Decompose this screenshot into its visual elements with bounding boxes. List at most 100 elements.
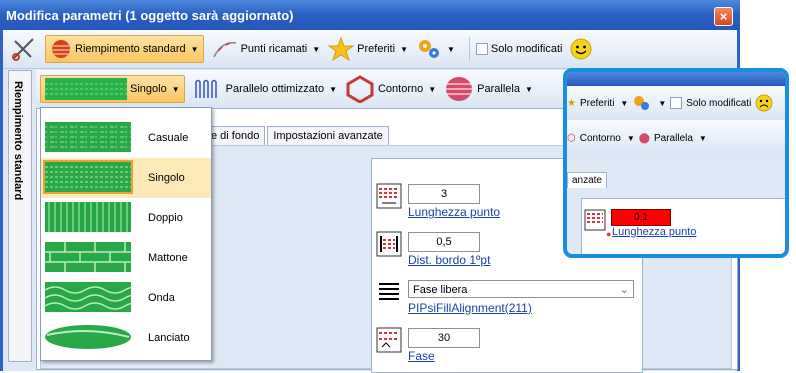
menu-item-label: Mattone	[148, 252, 188, 264]
smiley-icon[interactable]	[570, 38, 592, 60]
chevron-down-icon: ▼	[329, 84, 337, 94]
parallel-label: Parallela	[477, 83, 520, 95]
menu-item-casual[interactable]: Casuale	[41, 118, 211, 158]
chevron-down-icon: ▼	[524, 84, 533, 94]
chevron-down-icon: ▼	[428, 84, 437, 94]
favorites-label: Preferiti	[357, 43, 396, 55]
star-icon: ★	[567, 97, 576, 109]
parallel-dropdown[interactable]: Parallela ▼	[444, 75, 533, 103]
side-tab-standard-fill[interactable]: Riempimento standard	[8, 70, 32, 362]
chevron-down-icon: ▼	[626, 133, 635, 143]
zoom-toolbar: ★ Preferiti ▼ ▼ Solo modificati	[567, 86, 785, 120]
only-modified-checkbox[interactable]	[475, 43, 488, 55]
gears-icon	[418, 40, 439, 58]
favorites-dropdown[interactable]: Preferiti ▼	[328, 37, 408, 61]
tools-button[interactable]	[9, 35, 37, 63]
sad-face-icon	[755, 94, 773, 112]
title-bar: Modifica parametri (1 oggetto sarà aggio…	[0, 0, 740, 30]
parallel-stitch-icon	[194, 79, 217, 98]
main-toolbar: Riempimento standard ▼ Punti ricamati ▼ …	[3, 30, 737, 69]
alignment-select[interactable]: Fase libera ⌄	[408, 280, 634, 298]
phase-input[interactable]: 30	[408, 328, 480, 348]
menu-item-label: Lanciato	[148, 332, 190, 344]
chevron-down-icon: ▼	[620, 98, 629, 108]
edge-distance-input[interactable]: 0,5	[408, 232, 480, 252]
stitch-dropdown[interactable]: Punti ricamati ▼	[212, 37, 320, 61]
zoom-stitch-length-link[interactable]: Lunghezza punto	[612, 226, 696, 238]
stitch-label: Punti ricamati	[240, 43, 308, 55]
menu-item-label: Doppio	[148, 212, 183, 224]
window-title: Modifica parametri (1 oggetto sarà aggio…	[6, 8, 294, 23]
phase-link[interactable]: Fase	[408, 349, 435, 363]
pattern-dropdown-menu: Casuale Singolo Doppio Mattone Onda Lanc…	[40, 107, 212, 361]
pattern-preview-icon	[45, 78, 127, 100]
running-stitch-icon	[212, 42, 236, 58]
menu-item-wave[interactable]: Onda	[41, 278, 211, 318]
close-button[interactable]: ×	[714, 7, 733, 26]
menu-item-double[interactable]: Doppio	[41, 198, 211, 238]
settings-tabs: e di fondo Impostazioni avanzate	[205, 126, 391, 145]
wave-pattern-icon	[45, 282, 131, 312]
scissors-needle-icon	[12, 38, 34, 61]
zoom-tab[interactable]: anzate	[567, 172, 608, 188]
alignment-link[interactable]: PIPsiFillAlignment(211)	[408, 301, 532, 315]
alignment-icon	[379, 283, 399, 300]
zoom-fill-toolbar: ⬡ Contorno ▼ ⬤ Parallela ▼	[567, 120, 785, 156]
chevron-down-icon: ▼	[446, 44, 455, 54]
alignment-value: Fase libera	[413, 284, 468, 296]
casual-pattern-icon	[45, 122, 131, 152]
zoom-parallel-label: Parallela	[654, 132, 693, 144]
chevron-down-icon: ▼	[190, 44, 199, 54]
menu-item-label: Casuale	[148, 132, 189, 144]
chevron-down-icon: ▼	[658, 98, 667, 108]
menu-item-single[interactable]: Singolo	[41, 158, 211, 198]
edge-distance-icon	[376, 231, 402, 257]
fill-type-dropdown[interactable]: Riempimento standard ▼	[45, 35, 204, 63]
edge-distance-link[interactable]: Dist. bordo 1ºpt	[408, 253, 490, 267]
only-modified-label: Solo modificati	[490, 43, 563, 55]
menu-item-launched[interactable]: Lanciato	[41, 318, 211, 358]
menu-item-brick[interactable]: Mattone	[41, 238, 211, 278]
zoom-title-bar	[567, 72, 785, 86]
only-modified-toggle[interactable]: Solo modificati	[475, 43, 563, 55]
zoom-callout: ★ Preferiti ▼ ▼ Solo modificati ⬡ Contor…	[563, 68, 789, 258]
chevron-down-icon: ▼	[400, 44, 408, 54]
tab-background[interactable]: e di fondo	[205, 126, 266, 145]
single-pattern-icon	[43, 160, 133, 194]
phase-icon	[376, 327, 402, 353]
double-pattern-icon	[45, 202, 131, 232]
zoom-contour-label: Contorno	[579, 132, 621, 144]
gears-icon	[634, 96, 650, 110]
menu-item-label: Onda	[148, 292, 175, 304]
chevron-down-icon: ▼	[171, 84, 180, 94]
contour-label: Contorno	[377, 83, 424, 95]
stitch-length-icon	[376, 183, 402, 209]
zoom-only-modified-label: Solo modificati	[686, 97, 752, 109]
contour-dropdown[interactable]: Contorno ▼	[345, 75, 436, 103]
zoom-stitch-length-input[interactable]: 0,1	[611, 209, 671, 226]
contour-icon	[346, 75, 374, 103]
parallel-optimized-label: Parallelo ottimizzato	[225, 83, 325, 95]
tab-advanced[interactable]: Impostazioni avanzate	[267, 126, 389, 145]
parallel-fill-icon: ⬤	[638, 132, 650, 144]
stitch-length-link[interactable]: Lunghezza punto	[408, 205, 500, 219]
toolbar-separator	[468, 37, 470, 61]
chevron-down-icon: ⌄	[619, 284, 629, 296]
single-pattern-label: Singolo	[130, 83, 167, 95]
zoom-field-panel: 0,1 ● Lunghezza punto	[581, 198, 785, 254]
side-tab-label: Riempimento standard	[12, 81, 24, 201]
fill-ball-icon	[52, 40, 70, 58]
stitch-length-input[interactable]: 3	[408, 184, 480, 204]
chevron-down-icon: ▼	[698, 133, 707, 143]
star-icon	[328, 37, 355, 61]
stitch-length-icon	[584, 209, 606, 231]
brick-pattern-icon	[45, 242, 131, 272]
error-marker-icon: ●	[606, 229, 612, 239]
single-pattern-dropdown[interactable]: Singolo ▼	[40, 75, 185, 103]
fill-type-label: Riempimento standard	[75, 43, 186, 55]
zoom-favorites-label: Preferiti	[579, 97, 615, 109]
settings-dropdown[interactable]: ▼	[416, 37, 455, 61]
parallel-fill-icon	[446, 77, 473, 101]
only-modified-checkbox[interactable]	[670, 97, 683, 109]
parallel-optimized-dropdown[interactable]: Parallelo ottimizzato ▼	[193, 76, 337, 102]
